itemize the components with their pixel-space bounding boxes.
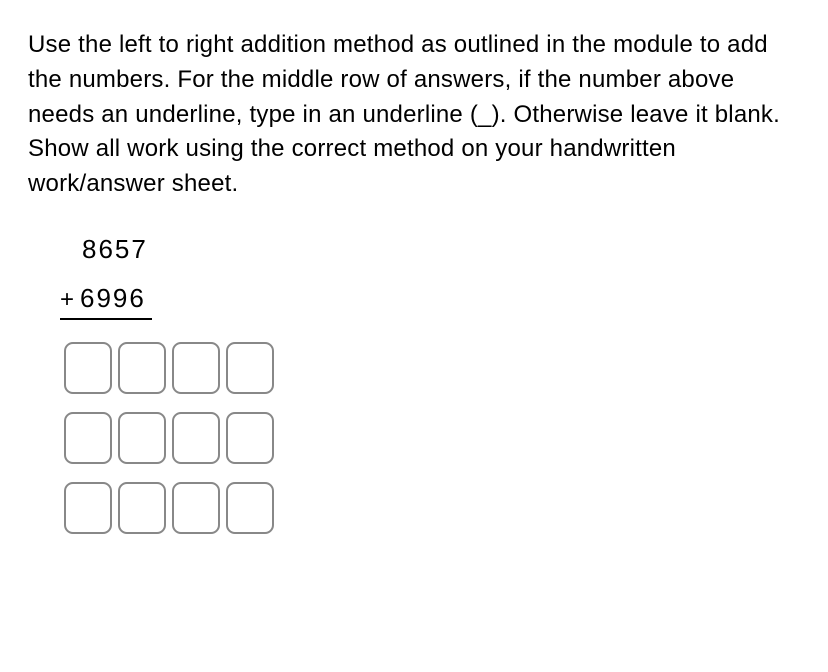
answer-row2-box3[interactable] [172,412,220,464]
answer-row1-box4[interactable] [226,342,274,394]
first-addend: 8657 [60,234,800,265]
second-addend-row: +6996 [60,283,800,320]
second-addend: 6996 [80,283,146,313]
answer-row2-box4[interactable] [226,412,274,464]
answer-row1-box3[interactable] [172,342,220,394]
answer-row3-box3[interactable] [172,482,220,534]
instructions-text: Use the left to right addition method as… [28,28,800,202]
addition-problem: 8657 +6996 [60,234,800,534]
answer-row2-box2[interactable] [118,412,166,464]
answer-row3-box1[interactable] [64,482,112,534]
answer-row1-box2[interactable] [118,342,166,394]
answer-row1-box1[interactable] [64,342,112,394]
answer-row3-box4[interactable] [226,482,274,534]
answer-row-1 [64,342,800,394]
operator-plus: + [60,286,76,313]
answer-row2-box1[interactable] [64,412,112,464]
answer-row-2 [64,412,800,464]
answer-row3-box2[interactable] [118,482,166,534]
answer-row-3 [64,482,800,534]
answer-area [64,342,800,534]
